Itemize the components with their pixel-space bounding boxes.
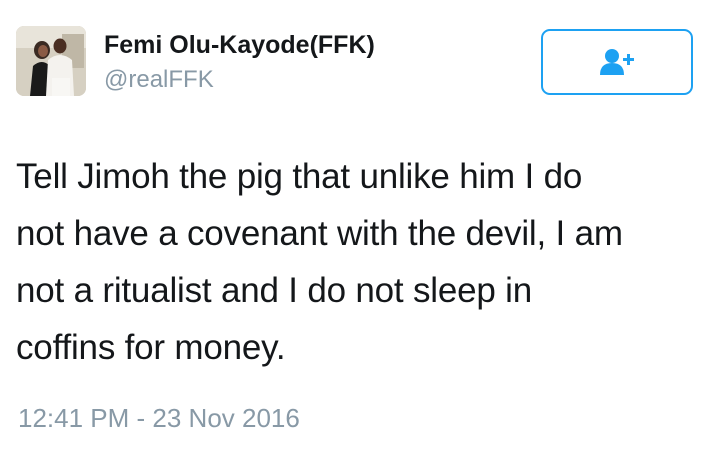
tweet-text: Tell Jimoh the pig that unlike him I do … [16, 157, 623, 367]
follow-button[interactable] [541, 29, 693, 95]
avatar-photo-icon [16, 26, 86, 96]
avatar[interactable] [16, 26, 86, 96]
user-handle[interactable]: @realFFK [104, 66, 375, 94]
follow-user-icon [600, 49, 634, 75]
tweet-timestamp[interactable]: 12:41 PM - 23 Nov 2016 [18, 401, 300, 435]
tweet-card: Femi Olu-Kayode(FFK) @realFFK Tell Jimoh… [0, 0, 720, 458]
tweet-header: Femi Olu-Kayode(FFK) @realFFK [16, 26, 706, 100]
user-names: Femi Olu-Kayode(FFK) @realFFK [104, 30, 375, 94]
display-name[interactable]: Femi Olu-Kayode(FFK) [104, 30, 375, 60]
